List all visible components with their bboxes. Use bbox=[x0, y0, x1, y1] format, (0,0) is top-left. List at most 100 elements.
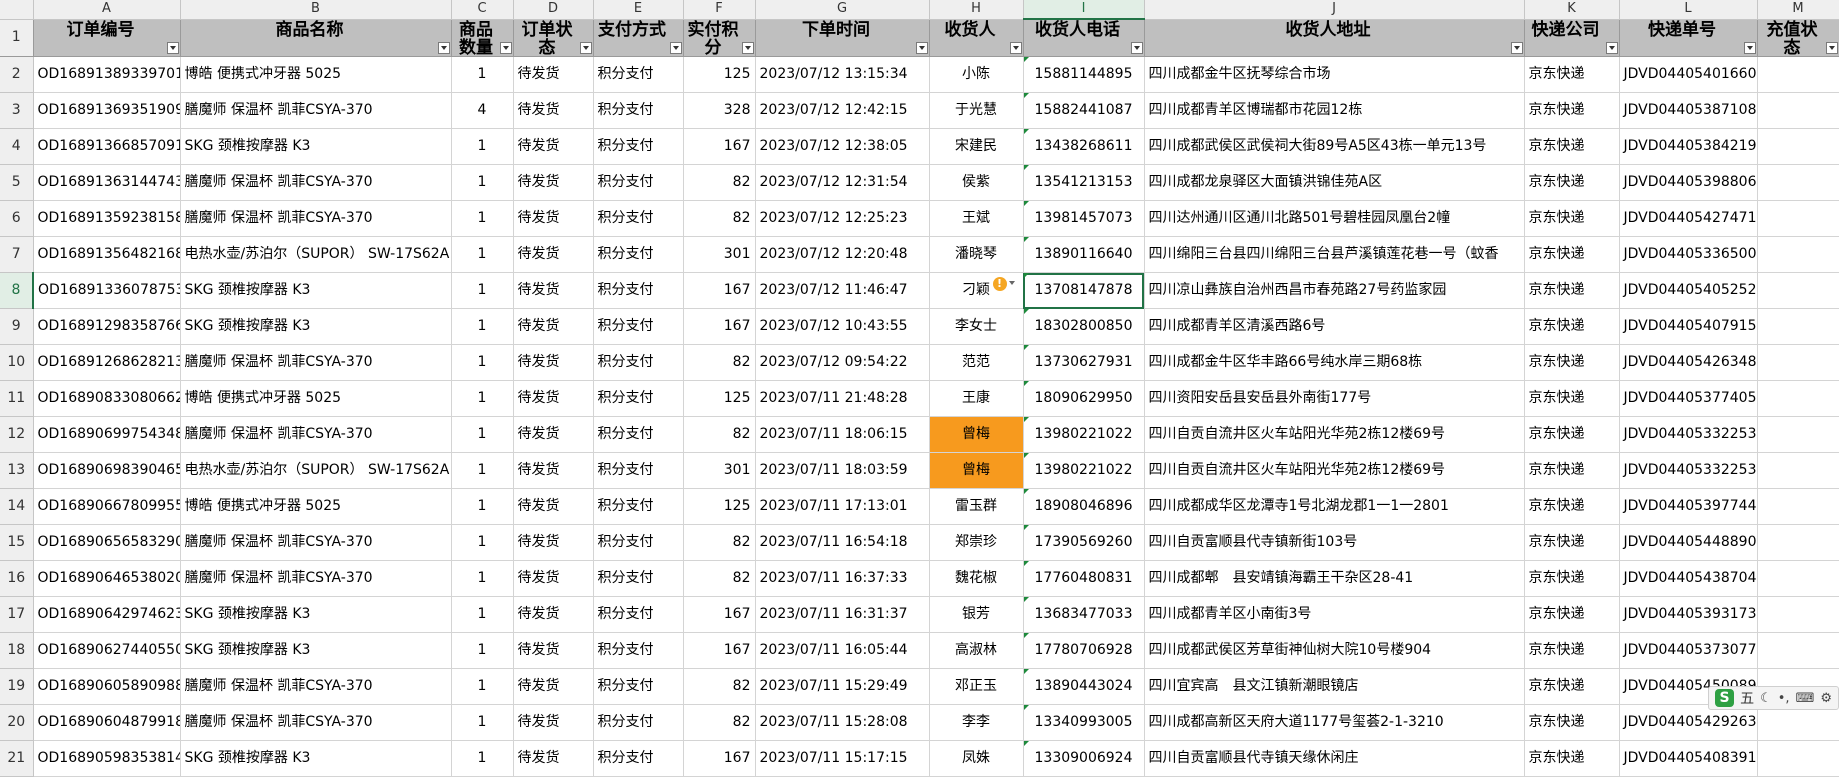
table-cell[interactable]: 电热水壶/苏泊尔（SUPOR） SW-17S62A bbox=[180, 452, 452, 489]
table-cell[interactable]: OD16890598353814 bbox=[33, 740, 181, 777]
filter-dropdown-icon[interactable] bbox=[166, 42, 179, 54]
table-cell[interactable]: 京东快递 bbox=[1524, 128, 1620, 165]
table-cell[interactable]: 125 bbox=[683, 488, 756, 525]
table-cell[interactable]: 1 bbox=[451, 488, 514, 525]
table-cell[interactable]: 1 bbox=[451, 344, 514, 381]
table-cell[interactable]: 四川宜宾高 县文江镇新潮眼镜店 bbox=[1144, 668, 1525, 705]
row-header[interactable]: 13 bbox=[0, 452, 34, 489]
table-cell[interactable]: OD16890833080662 bbox=[33, 380, 181, 417]
table-cell[interactable]: 2023/07/11 16:54:18 bbox=[755, 524, 930, 561]
row-header[interactable]: 16 bbox=[0, 560, 34, 597]
table-cell[interactable]: 积分支付 bbox=[593, 704, 684, 741]
table-cell[interactable]: 82 bbox=[683, 416, 756, 453]
filter-dropdown-icon[interactable] bbox=[1130, 42, 1143, 54]
table-cell[interactable]: 积分支付 bbox=[593, 308, 684, 345]
table-cell[interactable]: 82 bbox=[683, 668, 756, 705]
table-cell[interactable]: 四川成都金牛区华丰路66号纯水岸三期68栋 bbox=[1144, 344, 1525, 381]
row-header[interactable]: 18 bbox=[0, 632, 34, 669]
column-header-d[interactable]: D bbox=[513, 0, 594, 20]
header-cell[interactable]: 收货人 bbox=[929, 19, 1024, 57]
table-cell[interactable]: SKG 颈椎按摩器 K3 bbox=[180, 596, 452, 633]
table-cell[interactable]: OD16891369351909 bbox=[33, 92, 181, 129]
header-cell[interactable]: 订单状态 bbox=[513, 19, 594, 57]
table-cell[interactable]: 积分支付 bbox=[593, 56, 684, 93]
table-cell[interactable]: OD16890646538020 bbox=[33, 560, 181, 597]
table-cell[interactable]: 待发货 bbox=[513, 596, 594, 633]
table-cell[interactable]: JDVD04405427471 bbox=[1619, 200, 1758, 237]
table-cell[interactable]: 京东快递 bbox=[1524, 488, 1620, 525]
table-cell[interactable]: 1 bbox=[451, 704, 514, 741]
table-cell[interactable]: 积分支付 bbox=[593, 272, 684, 309]
table-cell[interactable]: 膳魔师 保温杯 凯菲CSYA-370 bbox=[180, 416, 452, 453]
header-cell[interactable]: 订单编号 bbox=[33, 19, 181, 57]
warning-dropdown-icon[interactable] bbox=[1008, 281, 1015, 285]
table-cell[interactable] bbox=[1757, 596, 1839, 633]
table-cell[interactable]: 1 bbox=[451, 128, 514, 165]
table-cell[interactable]: 积分支付 bbox=[593, 668, 684, 705]
table-cell[interactable]: 167 bbox=[683, 128, 756, 165]
table-cell[interactable]: 2023/07/12 09:54:22 bbox=[755, 344, 930, 381]
table-cell[interactable]: 13980221022 bbox=[1023, 452, 1145, 489]
table-cell[interactable]: 13683477033 bbox=[1023, 596, 1145, 633]
table-cell[interactable]: OD16891359238158 bbox=[33, 200, 181, 237]
table-cell[interactable]: 13340993005 bbox=[1023, 704, 1145, 741]
row-header[interactable]: 19 bbox=[0, 668, 34, 705]
header-cell[interactable]: 收货人地址 bbox=[1144, 19, 1525, 57]
table-cell[interactable]: 曾梅 bbox=[929, 416, 1024, 453]
table-cell[interactable]: 银芳 bbox=[929, 596, 1024, 633]
column-header-i[interactable]: I bbox=[1023, 0, 1145, 20]
table-cell[interactable]: 李女士 bbox=[929, 308, 1024, 345]
table-cell[interactable]: SKG 颈椎按摩器 K3 bbox=[180, 128, 452, 165]
table-cell[interactable]: OD16891389339701 bbox=[33, 56, 181, 93]
filter-dropdown-icon[interactable] bbox=[669, 42, 682, 54]
table-cell[interactable] bbox=[1757, 200, 1839, 237]
table-cell[interactable]: 积分支付 bbox=[593, 416, 684, 453]
table-cell[interactable]: 潘晓琴 bbox=[929, 236, 1024, 273]
table-cell[interactable]: 1 bbox=[451, 56, 514, 93]
table-cell[interactable]: 京东快递 bbox=[1524, 416, 1620, 453]
table-cell[interactable]: 膳魔师 保温杯 凯菲CSYA-370 bbox=[180, 164, 452, 201]
column-header-f[interactable]: F bbox=[683, 0, 756, 20]
table-cell[interactable]: 1 bbox=[451, 164, 514, 201]
filter-dropdown-icon[interactable] bbox=[499, 42, 512, 54]
table-cell[interactable]: 小陈 bbox=[929, 56, 1024, 93]
table-cell[interactable]: 17780706928 bbox=[1023, 632, 1145, 669]
table-cell[interactable]: 18302800850 bbox=[1023, 308, 1145, 345]
table-cell[interactable]: 待发货 bbox=[513, 92, 594, 129]
table-cell[interactable]: 待发货 bbox=[513, 668, 594, 705]
table-cell[interactable]: 积分支付 bbox=[593, 344, 684, 381]
row-header[interactable]: 4 bbox=[0, 128, 34, 165]
table-cell[interactable]: OD16891268628213 bbox=[33, 344, 181, 381]
table-cell[interactable]: 四川成都青羊区小南街3号 bbox=[1144, 596, 1525, 633]
table-cell[interactable]: 积分支付 bbox=[593, 524, 684, 561]
table-cell[interactable]: 2023/07/12 12:38:05 bbox=[755, 128, 930, 165]
table-cell[interactable]: OD16890627440550 bbox=[33, 632, 181, 669]
table-cell[interactable]: 2023/07/11 21:48:28 bbox=[755, 380, 930, 417]
row-header[interactable]: 11 bbox=[0, 380, 34, 417]
row-header[interactable]: 2 bbox=[0, 56, 34, 93]
table-cell[interactable]: 膳魔师 保温杯 凯菲CSYA-370 bbox=[180, 344, 452, 381]
table-cell[interactable]: 膳魔师 保温杯 凯菲CSYA-370 bbox=[180, 704, 452, 741]
row-header-1[interactable]: 1 bbox=[0, 19, 34, 57]
table-cell[interactable]: 积分支付 bbox=[593, 596, 684, 633]
table-cell[interactable]: 积分支付 bbox=[593, 632, 684, 669]
table-cell[interactable]: 四川自贡富顺县代寺镇天缘休闲庄 bbox=[1144, 740, 1525, 777]
table-cell[interactable]: 1 bbox=[451, 416, 514, 453]
column-header-l[interactable]: L bbox=[1619, 0, 1758, 20]
table-cell[interactable]: 京东快递 bbox=[1524, 380, 1620, 417]
table-cell[interactable]: 4 bbox=[451, 92, 514, 129]
table-cell[interactable]: OD16890699754348 bbox=[33, 416, 181, 453]
table-cell[interactable]: JDVD04405438704 bbox=[1619, 560, 1758, 597]
table-cell[interactable]: JDVD04405405252 bbox=[1619, 272, 1758, 309]
table-cell[interactable]: 1 bbox=[451, 380, 514, 417]
table-cell[interactable] bbox=[1757, 344, 1839, 381]
table-cell[interactable]: 积分支付 bbox=[593, 236, 684, 273]
column-header-j[interactable]: J bbox=[1144, 0, 1525, 20]
table-cell[interactable]: 积分支付 bbox=[593, 740, 684, 777]
table-cell[interactable] bbox=[1757, 380, 1839, 417]
table-cell[interactable]: JDVD04405336500 bbox=[1619, 236, 1758, 273]
table-cell[interactable]: 82 bbox=[683, 524, 756, 561]
table-cell[interactable]: SKG 颈椎按摩器 K3 bbox=[180, 740, 452, 777]
table-cell[interactable]: 13730627931 bbox=[1023, 344, 1145, 381]
table-cell[interactable] bbox=[1757, 236, 1839, 273]
